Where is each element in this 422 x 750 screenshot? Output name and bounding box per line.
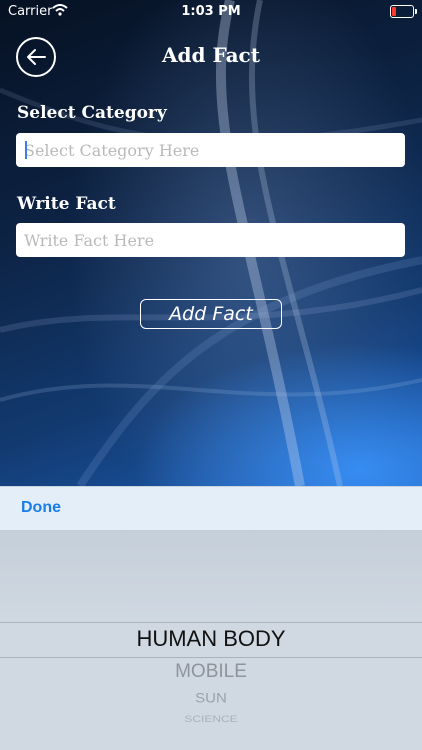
- category-input[interactable]: [16, 133, 405, 167]
- fact-label: Write Fact: [17, 194, 116, 214]
- add-fact-button[interactable]: Add Fact: [140, 299, 282, 329]
- done-button[interactable]: Done: [21, 499, 61, 517]
- status-bar: Carrier 1:03 PM: [0, 0, 422, 24]
- picker-row[interactable]: MOBILE: [0, 661, 422, 683]
- picker-row-selected[interactable]: HUMAN BODY: [0, 626, 422, 652]
- picker-toolbar: Done: [0, 486, 422, 531]
- battery-icon: [390, 5, 417, 18]
- clock: 1:03 PM: [181, 4, 241, 19]
- category-picker[interactable]: HUMAN BODY MOBILE SUN SCIENCE: [0, 530, 422, 750]
- picker-row[interactable]: SCIENCE: [0, 714, 422, 725]
- category-label: Select Category: [17, 103, 167, 123]
- text-caret: [25, 141, 27, 159]
- fact-input[interactable]: [16, 223, 405, 257]
- page-title: Add Fact: [162, 43, 260, 67]
- picker-row[interactable]: SUN: [0, 691, 422, 706]
